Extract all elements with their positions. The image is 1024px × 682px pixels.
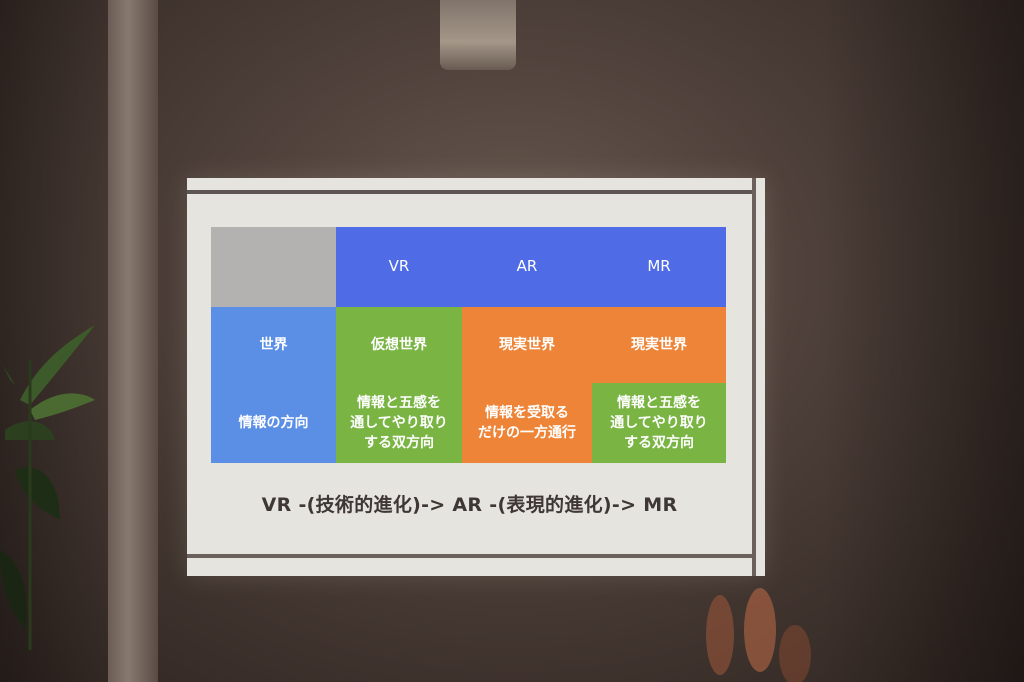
table-corner-cell <box>211 227 336 307</box>
ceiling-light <box>440 0 516 70</box>
slide-bottom-border <box>187 554 752 558</box>
comparison-table: VR AR MR 世界 仮想世界 現実世界 現実世界 情報の方向 情報と五感を … <box>211 227 726 463</box>
header-mr: MR <box>592 227 726 307</box>
row-label-world: 世界 <box>211 307 336 383</box>
projected-slide: VR AR MR 世界 仮想世界 現実世界 現実世界 情報の方向 情報と五感を … <box>187 178 765 576</box>
header-ar: AR <box>462 227 592 307</box>
slide-right-border <box>752 178 756 576</box>
header-vr: VR <box>336 227 462 307</box>
vr-direction-cell: 情報と五感を 通してやり取り する双方向 <box>336 383 462 463</box>
blurred-hand <box>706 588 811 682</box>
mr-direction-cell: 情報と五感を 通してやり取り する双方向 <box>592 383 726 463</box>
mr-world-cell: 現実世界 <box>592 307 726 383</box>
slide-caption: VR -(技術的進化)-> AR -(表現的進化)-> MR <box>261 494 678 516</box>
ar-world-cell: 現実世界 <box>462 307 592 383</box>
slide-top-border <box>187 190 752 194</box>
row-label-direction: 情報の方向 <box>211 383 336 463</box>
ar-direction-cell: 情報を受取る だけの一方通行 <box>462 383 592 463</box>
potted-plant-leaves <box>0 325 95 650</box>
vr-world-cell: 仮想世界 <box>336 307 462 383</box>
wall-pillar <box>108 0 158 682</box>
